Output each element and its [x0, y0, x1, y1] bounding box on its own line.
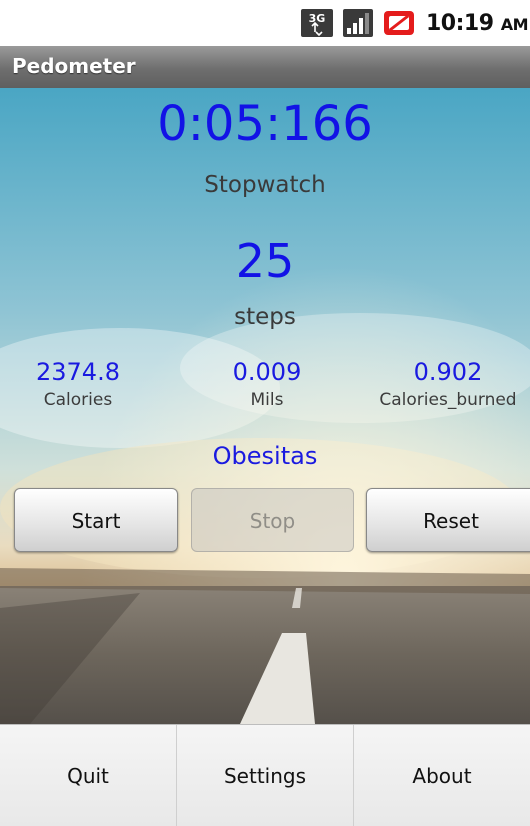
status-bar: 3G 10:19 AM — [0, 0, 530, 46]
stopwatch-value: 0:05:166 — [157, 96, 373, 152]
start-button[interactable]: Start — [14, 488, 178, 552]
network-type-text: 3G — [309, 12, 326, 25]
options-menu: Quit Settings About — [0, 724, 530, 826]
3g-data-icon: 3G — [300, 9, 333, 37]
main-content: 0:05:166 Stopwatch 25 steps 2374.8 Calor… — [0, 88, 530, 724]
steps-count: 25 — [235, 234, 295, 288]
app-title-bar: Pedometer — [0, 46, 530, 88]
steps-label: steps — [234, 304, 296, 330]
calories-label: Calories — [43, 390, 113, 410]
reset-button[interactable]: Reset — [366, 488, 530, 552]
app-title: Pedometer — [12, 54, 136, 78]
menu-item-quit[interactable]: Quit — [0, 725, 177, 826]
stop-button[interactable]: Stop — [191, 488, 354, 552]
clock-time: 10:19 — [425, 10, 494, 36]
status-clock: 10:19 AM — [425, 10, 529, 36]
no-sim-alert-icon — [383, 11, 414, 35]
stopwatch-label: Stopwatch — [204, 172, 326, 198]
calories-burned-label: Calories_burned — [379, 390, 517, 410]
calories-burned-stat: 0.902 Calories_burned — [358, 358, 530, 410]
menu-item-settings[interactable]: Settings — [177, 725, 354, 826]
signal-strength-icon — [342, 9, 373, 37]
status-icons: 3G 10:19 AM — [300, 8, 529, 38]
mils-label: Mils — [250, 390, 284, 410]
brand-label: Obesitas — [212, 442, 318, 470]
calories-value: 2374.8 — [36, 358, 120, 386]
clock-ampm: AM — [500, 14, 529, 34]
calories-stat: 2374.8 Calories — [0, 358, 168, 410]
phone-screen: 3G 10:19 AM Pedometer 0:05:166 Stopwatch… — [0, 0, 530, 826]
calories-burned-value: 0.902 — [413, 358, 483, 386]
mils-stat: 0.009 Mils — [177, 358, 357, 410]
menu-item-about[interactable]: About — [354, 725, 530, 826]
mils-value: 0.009 — [232, 358, 302, 386]
